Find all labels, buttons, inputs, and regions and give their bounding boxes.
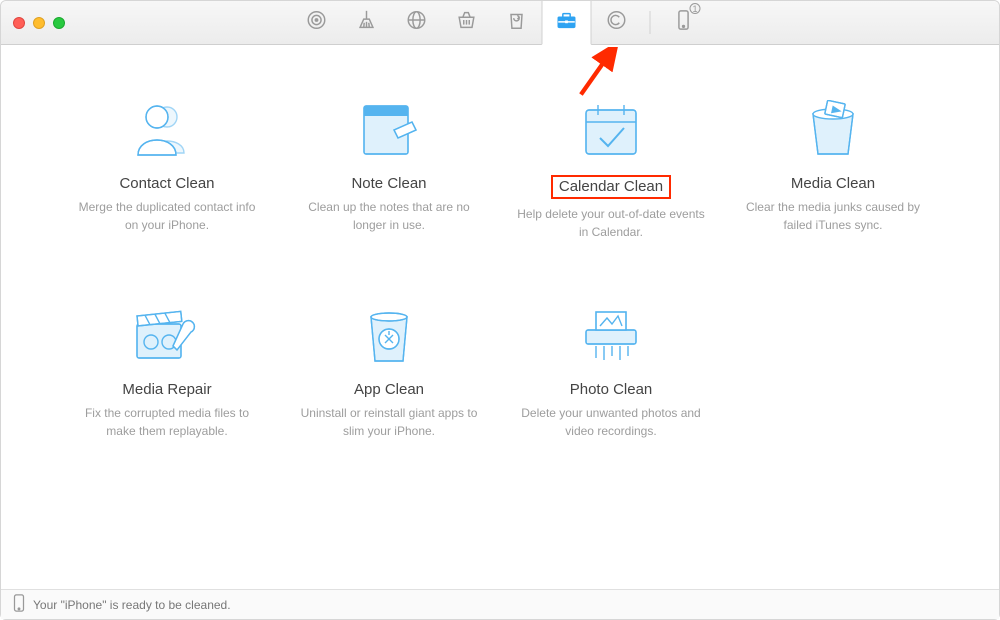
status-bar: Your "iPhone" is ready to be cleaned.	[1, 589, 999, 619]
copyright-icon	[606, 9, 628, 36]
card-desc: Uninstall or reinstall giant apps to sli…	[294, 404, 484, 440]
app-trash-icon	[359, 301, 419, 371]
tab-target[interactable]	[292, 1, 342, 44]
recycle-icon	[506, 9, 528, 36]
toolbar-separator	[650, 11, 651, 34]
card-media-clean[interactable]: Media Clean Clear the media junks caused…	[727, 95, 939, 241]
tab-basket[interactable]	[442, 1, 492, 44]
card-desc: Help delete your out-of-date events in C…	[516, 205, 706, 241]
card-title: Media Clean	[791, 175, 875, 192]
device-indicator[interactable]: 1	[659, 1, 709, 44]
globe-icon	[406, 9, 428, 36]
highlight-annotation: Calendar Clean	[551, 175, 671, 199]
card-app-clean[interactable]: App Clean Uninstall or reinstall giant a…	[283, 301, 495, 440]
tab-copyright[interactable]	[592, 1, 642, 44]
titlebar: 1	[1, 1, 999, 45]
tab-recycle[interactable]	[492, 1, 542, 44]
card-title: Photo Clean	[570, 381, 653, 398]
target-icon	[306, 9, 328, 36]
card-desc: Fix the corrupted media files to make th…	[72, 404, 262, 440]
card-media-repair[interactable]: Media Repair Fix the corrupted media fil…	[61, 301, 273, 440]
tab-globe[interactable]	[392, 1, 442, 44]
status-text: Your "iPhone" is ready to be cleaned.	[33, 598, 231, 612]
card-title: Calendar Clean	[551, 175, 671, 199]
card-title: Media Repair	[122, 381, 211, 398]
card-desc: Clear the media junks caused by failed i…	[738, 198, 928, 234]
tab-toolbox[interactable]	[542, 1, 592, 45]
note-icon	[354, 95, 424, 165]
tab-sweep[interactable]	[342, 1, 392, 44]
card-title: Note Clean	[351, 175, 426, 192]
contacts-icon	[132, 95, 202, 165]
clapper-wrench-icon	[131, 301, 203, 371]
tools-grid: Contact Clean Merge the duplicated conta…	[1, 45, 999, 589]
minimize-window-button[interactable]	[33, 17, 45, 29]
zoom-window-button[interactable]	[53, 17, 65, 29]
card-title: Contact Clean	[119, 175, 214, 192]
card-desc: Delete your unwanted photos and video re…	[516, 404, 706, 440]
card-calendar-clean[interactable]: Calendar Clean Help delete your out-of-d…	[505, 95, 717, 241]
phone-small-icon	[13, 594, 33, 615]
card-desc: Clean up the notes that are no longer in…	[294, 198, 484, 234]
card-note-clean[interactable]: Note Clean Clean up the notes that are n…	[283, 95, 495, 241]
app-window: 1 Contact Clean Merge the duplicated con…	[0, 0, 1000, 620]
card-photo-clean[interactable]: Photo Clean Delete your unwanted photos …	[505, 301, 717, 440]
shredder-icon	[578, 301, 644, 371]
toolbox-icon	[556, 9, 578, 36]
window-controls	[13, 17, 65, 29]
card-title: App Clean	[354, 381, 424, 398]
basket-icon	[456, 9, 478, 36]
card-desc: Merge the duplicated contact info on you…	[72, 198, 262, 234]
broom-icon	[356, 9, 378, 36]
device-count-badge: 1	[690, 3, 701, 14]
calendar-icon	[578, 95, 644, 165]
close-window-button[interactable]	[13, 17, 25, 29]
card-contact-clean[interactable]: Contact Clean Merge the duplicated conta…	[61, 95, 273, 241]
main-toolbar: 1	[292, 1, 709, 44]
media-bucket-icon	[798, 95, 868, 165]
